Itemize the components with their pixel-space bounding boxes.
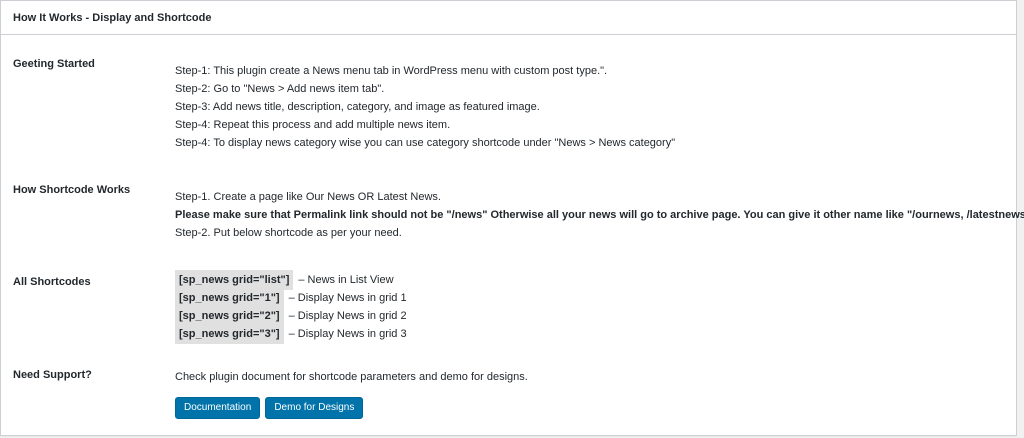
- support-text: Check plugin document for shortcode para…: [175, 371, 528, 383]
- permalink-warning: Please make sure that Permalink link sho…: [175, 209, 1024, 221]
- getting-started-label: Geeting Started: [13, 58, 95, 70]
- step-text: Step-2: Go to "News > Add news item tab"…: [175, 83, 385, 95]
- shortcode-works-label: How Shortcode Works: [13, 184, 131, 196]
- demo-for-designs-button[interactable]: Demo for Designs: [265, 397, 364, 419]
- shortcode-description: – News in List View: [298, 274, 394, 286]
- shortcode-item: [sp_news grid="2"] – Display News in gri…: [175, 306, 407, 326]
- support-content: Check plugin document for shortcode para…: [175, 368, 528, 419]
- step-text: Step-3: Add news title, description, cat…: [175, 101, 540, 113]
- shortcode-works-content: Step-1. Create a page like Our News OR L…: [175, 188, 1024, 242]
- step-text: Step-4: To display news category wise yo…: [175, 137, 676, 149]
- shortcode-description: – Display News in grid 3: [288, 328, 407, 340]
- all-shortcodes-label: All Shortcodes: [13, 276, 91, 288]
- shortcode-step-2: Step-2. Put below shortcode as per your …: [175, 227, 402, 239]
- shortcode-item: [sp_news grid="list"] – News in List Vie…: [175, 270, 407, 290]
- documentation-button[interactable]: Documentation: [175, 397, 261, 419]
- support-buttons: Documentation Demo for Designs: [175, 397, 528, 419]
- shortcode-list: [sp_news grid="list"] – News in List Vie…: [175, 270, 407, 344]
- getting-started-steps: Step-1: This plugin create a News menu t…: [175, 62, 675, 152]
- step-text: Step-1: This plugin create a News menu t…: [175, 65, 608, 77]
- shortcode-item: [sp_news grid="1"] – Display News in gri…: [175, 288, 407, 308]
- shortcode-code: [sp_news grid="1"]: [175, 288, 284, 308]
- shortcode-description: – Display News in grid 1: [288, 292, 407, 304]
- how-it-works-panel: How It Works - Display and Shortcode Gee…: [0, 0, 1024, 436]
- shortcode-step-1: Step-1. Create a page like Our News OR L…: [175, 191, 441, 203]
- panel-header: How It Works - Display and Shortcode: [1, 1, 1016, 35]
- step-text: Step-4: Repeat this process and add mult…: [175, 119, 451, 131]
- shortcode-code: [sp_news grid="list"]: [175, 270, 294, 290]
- panel-title: How It Works - Display and Shortcode: [13, 11, 212, 24]
- shortcode-item: [sp_news grid="3"] – Display News in gri…: [175, 324, 407, 344]
- shortcode-description: – Display News in grid 2: [288, 310, 407, 322]
- shortcode-code: [sp_news grid="2"]: [175, 306, 284, 326]
- shortcode-code: [sp_news grid="3"]: [175, 324, 284, 344]
- need-support-label: Need Support?: [13, 369, 92, 381]
